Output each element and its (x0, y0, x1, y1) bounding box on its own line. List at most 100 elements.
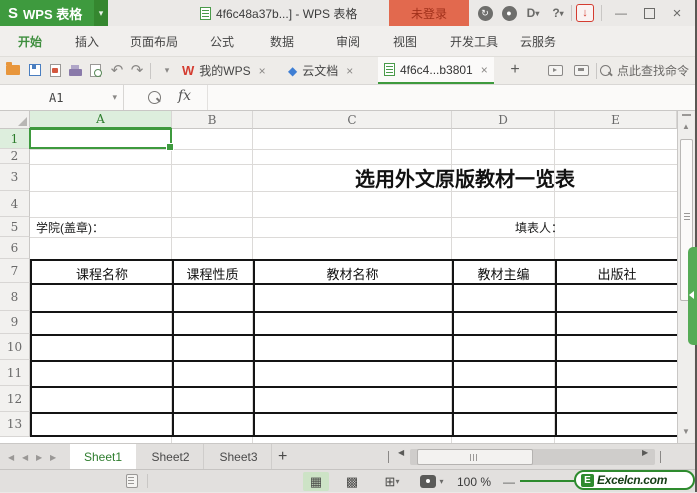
split-handle[interactable] (388, 451, 389, 463)
arrange-panel-button[interactable] (572, 61, 590, 79)
download-icon: ↓ (582, 7, 588, 19)
column-header-d[interactable]: D (452, 111, 555, 129)
scroll-left-button[interactable]: ◀ (398, 448, 404, 457)
header-cell-textbook-name[interactable]: 教材名称 (253, 261, 452, 285)
tab-my-wps[interactable]: W 我的WPS × (176, 57, 272, 84)
prev-sheet-button[interactable]: ◀ (22, 444, 28, 470)
print-preview-button[interactable] (86, 61, 104, 79)
header-cell-course-type[interactable]: 课程性质 (172, 261, 253, 285)
row-header-9[interactable]: 9 (0, 311, 30, 334)
skin-button[interactable]: ● (499, 0, 519, 26)
side-panel-toggle[interactable] (688, 247, 697, 345)
menu-formulas[interactable]: 公式 (210, 26, 234, 56)
column-header-a[interactable]: A (30, 111, 172, 129)
login-button[interactable]: 未登录 (389, 0, 469, 26)
row-header-5[interactable]: 5 (0, 217, 30, 237)
play-panel-button[interactable] (546, 61, 564, 79)
view-page-break-button[interactable]: ▩ (339, 472, 365, 491)
fx-button[interactable]: fx (178, 88, 191, 104)
row-header-7[interactable]: 7 (0, 259, 30, 283)
gridline (30, 191, 677, 192)
menu-cloud[interactable]: 云服务 (520, 26, 556, 56)
row-header-11[interactable]: 11 (0, 360, 30, 386)
table-border (32, 386, 677, 388)
zoom-level[interactable]: 100 % (457, 470, 491, 493)
row-header-6[interactable]: 6 (0, 237, 30, 259)
download-button[interactable]: ↓ (576, 4, 594, 22)
close-icon[interactable]: × (259, 64, 266, 78)
selected-cell-a1[interactable] (29, 128, 174, 151)
column-header-b[interactable]: B (172, 111, 253, 129)
form-filler-cell[interactable]: 填表人： (515, 217, 563, 237)
redo-button[interactable]: ↷ (128, 61, 146, 79)
row-header-8[interactable]: 8 (0, 283, 30, 311)
close-window-button[interactable]: × (664, 0, 690, 26)
select-all-button[interactable] (0, 111, 30, 129)
row-header-2[interactable]: 2 (0, 149, 30, 164)
app-logo[interactable]: S WPS 表格 (0, 0, 94, 26)
reading-mode-button[interactable]: ▾ (415, 472, 449, 491)
fill-handle[interactable] (166, 143, 174, 151)
column-header-c[interactable]: C (253, 111, 452, 129)
scroll-right-button[interactable]: ▶ (642, 448, 648, 457)
formula-input[interactable] (212, 85, 692, 110)
menu-data[interactable]: 数据 (270, 26, 294, 56)
row-header-3[interactable]: 3 (0, 164, 30, 191)
row-header-12[interactable]: 12 (0, 386, 30, 412)
toolbar-customize-dropdown[interactable]: ▾ (158, 61, 176, 79)
undo-button[interactable]: ↶ (108, 61, 126, 79)
sheet-title-cell[interactable]: 选用外文原版教材一览表 (253, 164, 677, 191)
record-macro-icon[interactable] (126, 474, 138, 488)
row-header-4[interactable]: 4 (0, 191, 30, 217)
view-normal-button[interactable]: ▦ (303, 472, 329, 491)
header-cell-publisher[interactable]: 出版社 (555, 261, 679, 285)
sheet-tab-sheet2[interactable]: Sheet2 (138, 444, 204, 470)
close-icon[interactable]: × (346, 64, 353, 78)
command-search[interactable]: 点此查找命令 (600, 57, 689, 84)
last-sheet-button[interactable]: ▶ (50, 444, 56, 470)
open-file-button[interactable] (4, 61, 22, 79)
scroll-up-button[interactable]: ▲ (680, 122, 692, 131)
split-handle[interactable] (682, 114, 691, 116)
watermark-line (520, 480, 578, 482)
split-handle[interactable] (660, 451, 661, 463)
row-header-1[interactable]: 1 (0, 129, 30, 149)
help-button[interactable]: ? ▾ (547, 0, 569, 26)
tab-current-document[interactable]: 4f6c4...b3801 × (378, 57, 494, 84)
view-layout-button[interactable]: ⊞ ▾ (375, 472, 409, 491)
menu-review[interactable]: 审阅 (336, 26, 360, 56)
next-sheet-button[interactable]: ▶ (36, 444, 42, 470)
app-menu-dropdown[interactable]: ▾ (94, 0, 108, 26)
export-pdf-button[interactable] (46, 61, 64, 79)
horizontal-scroll-thumb[interactable] (417, 449, 533, 465)
maximize-button[interactable] (636, 0, 662, 26)
menu-developer[interactable]: 开发工具 (450, 26, 498, 56)
college-seal-cell[interactable]: 学院(盖章)： (36, 217, 104, 237)
row-header-13[interactable]: 13 (0, 412, 30, 437)
close-icon[interactable]: × (481, 63, 488, 77)
header-cell-textbook-editor[interactable]: 教材主编 (452, 261, 555, 285)
page-break-icon: ▩ (345, 473, 359, 489)
menu-page-layout[interactable]: 页面布局 (130, 26, 178, 56)
docer-button[interactable]: D ▾ (521, 0, 545, 26)
scroll-down-button[interactable]: ▼ (680, 427, 692, 436)
header-cell-course-name[interactable]: 课程名称 (32, 261, 172, 285)
row-header-10[interactable]: 10 (0, 334, 30, 360)
add-sheet-button[interactable]: + (278, 444, 287, 470)
name-box[interactable]: A1 ▾ (0, 85, 124, 110)
minimize-button[interactable]: — (608, 0, 634, 26)
first-sheet-button[interactable]: ◀ (8, 444, 14, 470)
print-button[interactable] (66, 61, 84, 79)
feedback-button[interactable]: ↻ (475, 0, 495, 26)
menu-insert[interactable]: 插入 (75, 26, 99, 56)
insert-function-search[interactable] (148, 91, 161, 109)
zoom-out-button[interactable]: — (503, 470, 515, 493)
save-button[interactable] (26, 61, 44, 79)
tab-cloud-docs[interactable]: ◆ 云文档 × (282, 57, 359, 84)
sheet-tab-sheet1[interactable]: Sheet1 (70, 444, 136, 470)
menu-view[interactable]: 视图 (393, 26, 417, 56)
new-tab-button[interactable]: + (506, 61, 524, 79)
sheet-tab-sheet3[interactable]: Sheet3 (206, 444, 272, 470)
column-header-e[interactable]: E (555, 111, 677, 129)
menu-home[interactable]: 开始 (18, 26, 42, 56)
